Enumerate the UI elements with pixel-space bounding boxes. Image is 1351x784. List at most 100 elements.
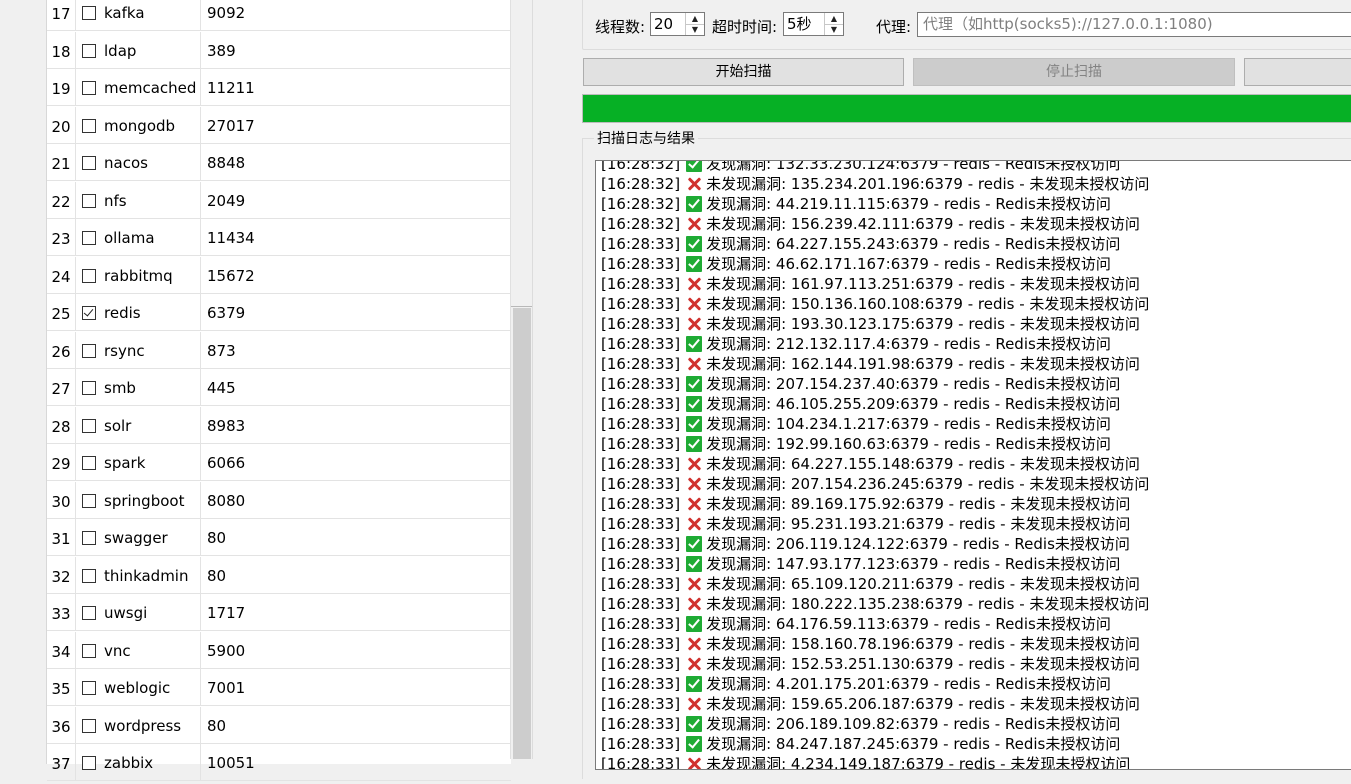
protocol-checkbox[interactable] — [82, 306, 96, 320]
proxy-input[interactable]: 代理（如http(socks5)://127.0.0.1:1080) — [917, 12, 1351, 37]
table-row[interactable]: 22 nfs 2049 — [47, 181, 511, 220]
table-row[interactable]: 17 kafka 9092 — [47, 0, 511, 31]
protocol-checkbox[interactable] — [82, 606, 96, 620]
protocol-name-cell[interactable]: springboot — [75, 481, 201, 518]
protocol-name-cell[interactable]: nfs — [75, 181, 201, 218]
protocol-port[interactable]: 6066 — [207, 444, 245, 482]
protocol-name-cell[interactable]: wordpress — [75, 706, 201, 743]
spin-down-icon[interactable]: ▼ — [825, 24, 843, 35]
protocol-port[interactable]: 6379 — [207, 294, 245, 332]
protocol-checkbox[interactable] — [82, 381, 96, 395]
protocol-name-cell[interactable]: rabbitmq — [75, 256, 201, 293]
table-row[interactable]: 31 swagger 80 — [47, 519, 511, 556]
protocol-port[interactable]: 1717 — [207, 594, 245, 632]
timeout-spinbox[interactable]: 5秒 ▲ ▼ — [783, 12, 844, 36]
protocol-name-cell[interactable]: weblogic — [75, 669, 201, 705]
protocol-checkbox[interactable] — [82, 268, 96, 283]
protocol-name-cell[interactable]: ollama — [75, 219, 201, 255]
table-row[interactable]: 24 rabbitmq 15672 — [47, 256, 511, 295]
protocol-port[interactable]: 445 — [207, 369, 236, 407]
protocol-port[interactable]: 15672 — [207, 257, 255, 295]
table-row[interactable]: 36 wordpress 80 — [47, 706, 511, 745]
protocol-checkbox[interactable] — [82, 756, 96, 770]
table-row[interactable]: 32 thinkadmin 80 — [47, 556, 511, 595]
protocol-checkbox[interactable] — [82, 6, 96, 20]
stop-scan-button[interactable]: 停止扫描 — [913, 58, 1235, 86]
table-row[interactable]: 21 nacos 8848 — [47, 144, 511, 181]
protocol-checkbox[interactable] — [82, 231, 96, 245]
protocol-port[interactable]: 8983 — [207, 407, 245, 445]
protocol-checkbox[interactable] — [82, 531, 96, 545]
protocol-name-cell[interactable]: smb — [75, 369, 201, 405]
protocol-port[interactable]: 5900 — [207, 632, 245, 670]
protocol-port[interactable]: 8080 — [207, 482, 245, 520]
protocol-checkbox[interactable] — [82, 681, 96, 695]
protocol-port[interactable]: 9092 — [207, 0, 245, 32]
table-row[interactable]: 18 ldap 389 — [47, 31, 511, 70]
pane-splitter[interactable] — [532, 0, 547, 759]
protocol-name-cell[interactable]: swagger — [75, 519, 201, 555]
table-row[interactable]: 28 solr 8983 — [47, 406, 511, 445]
protocol-name-cell[interactable]: vnc — [75, 631, 201, 668]
protocol-name-cell[interactable]: kafka — [75, 0, 201, 30]
extra-action-button[interactable] — [1244, 58, 1351, 86]
protocol-name-cell[interactable]: redis — [75, 294, 201, 330]
protocol-port[interactable]: 80 — [207, 707, 226, 745]
threads-value[interactable]: 20 — [654, 13, 673, 35]
protocol-name-cell[interactable]: zabbix — [75, 744, 201, 780]
table-row[interactable]: 35 weblogic 7001 — [47, 669, 511, 706]
protocol-port[interactable]: 873 — [207, 332, 236, 370]
table-row[interactable]: 29 spark 6066 — [47, 444, 511, 481]
log-output[interactable]: [16:28:32] 发现漏洞: 132.33.230.124:6379 - re… — [595, 160, 1351, 770]
threads-spinbox[interactable]: 20 ▲ ▼ — [650, 12, 705, 36]
protocol-table-scrollbar[interactable] — [510, 0, 533, 759]
threads-spin-arrows[interactable]: ▲ ▼ — [685, 13, 704, 35]
protocol-name-cell[interactable]: nacos — [75, 144, 201, 180]
timeout-value[interactable]: 5秒 — [787, 13, 812, 35]
protocol-name-cell[interactable]: rsync — [75, 331, 201, 368]
protocol-checkbox[interactable] — [82, 118, 96, 133]
protocol-name-cell[interactable]: solr — [75, 406, 201, 443]
table-row[interactable]: 26 rsync 873 — [47, 331, 511, 370]
table-row[interactable]: 25 redis 6379 — [47, 294, 511, 331]
spin-down-icon[interactable]: ▼ — [686, 24, 704, 35]
protocol-checkbox[interactable] — [82, 568, 96, 583]
protocol-port[interactable]: 10051 — [207, 744, 255, 782]
start-scan-button[interactable]: 开始扫描 — [583, 58, 904, 86]
protocol-port[interactable]: 11211 — [207, 69, 255, 107]
protocol-name-cell[interactable]: memcached — [75, 69, 201, 105]
protocol-name-cell[interactable]: mongodb — [75, 106, 201, 143]
protocol-checkbox[interactable] — [82, 81, 96, 95]
protocol-port[interactable]: 2049 — [207, 182, 245, 220]
table-row[interactable]: 20 mongodb 27017 — [47, 106, 511, 145]
protocol-port[interactable]: 27017 — [207, 107, 255, 145]
protocol-port[interactable]: 11434 — [207, 219, 255, 257]
protocol-port[interactable]: 80 — [207, 519, 226, 557]
table-row[interactable]: 37 zabbix 10051 — [47, 744, 511, 781]
table-row[interactable]: 30 springboot 8080 — [47, 481, 511, 520]
table-row[interactable]: 23 ollama 11434 — [47, 219, 511, 256]
table-row[interactable]: 33 uwsgi 1717 — [47, 594, 511, 631]
table-row[interactable]: 27 smb 445 — [47, 369, 511, 406]
protocol-checkbox[interactable] — [82, 193, 96, 208]
protocol-checkbox[interactable] — [82, 156, 96, 170]
protocol-port[interactable]: 80 — [207, 557, 226, 595]
table-row[interactable]: 34 vnc 5900 — [47, 631, 511, 670]
table-row[interactable]: 19 memcached 11211 — [47, 69, 511, 106]
protocol-checkbox[interactable] — [82, 493, 96, 508]
scrollbar-thumb[interactable] — [513, 308, 531, 759]
protocol-checkbox[interactable] — [82, 343, 96, 358]
protocol-checkbox[interactable] — [82, 418, 96, 433]
protocol-name-cell[interactable]: ldap — [75, 31, 201, 68]
protocol-port[interactable]: 389 — [207, 32, 236, 70]
protocol-name-cell[interactable]: spark — [75, 444, 201, 480]
protocol-checkbox[interactable] — [82, 643, 96, 658]
protocol-checkbox[interactable] — [82, 718, 96, 733]
protocol-name-cell[interactable]: thinkadmin — [75, 556, 201, 593]
protocol-port[interactable]: 8848 — [207, 144, 245, 182]
protocol-checkbox[interactable] — [82, 43, 96, 58]
timeout-spin-arrows[interactable]: ▲ ▼ — [824, 13, 843, 35]
protocol-checkbox[interactable] — [82, 456, 96, 470]
protocol-name-cell[interactable]: uwsgi — [75, 594, 201, 630]
protocol-port[interactable]: 7001 — [207, 669, 245, 707]
